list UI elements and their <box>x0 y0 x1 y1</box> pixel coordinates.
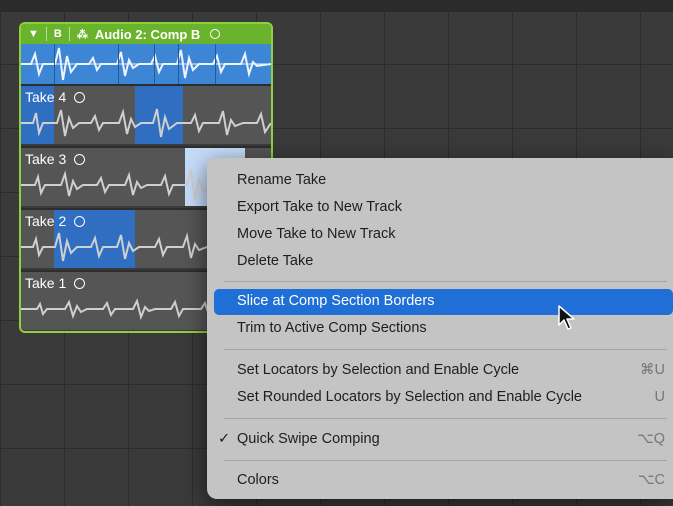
menu-separator <box>224 460 667 461</box>
comp-title: Audio 2: Comp B <box>94 26 201 42</box>
menu-item-trim-active-comp[interactable]: Trim to Active Comp Sections <box>214 316 673 342</box>
quick-swipe-icon[interactable]: ⁂ <box>74 28 91 41</box>
menu-item-shortcut: U <box>654 389 665 405</box>
mouse-pointer-icon <box>558 305 575 330</box>
menu-item-label: Rename Take <box>237 172 327 188</box>
toolbar-strip <box>0 0 673 12</box>
take-folder-b-button[interactable]: B <box>51 28 65 40</box>
menu-separator <box>224 349 667 350</box>
take-label: Take 3 <box>25 151 86 167</box>
menu-item-label: Colors <box>237 472 279 488</box>
menu-item-colors[interactable]: Colors ⌥C <box>214 468 673 494</box>
menu-item-shortcut: ⌥Q <box>637 431 665 447</box>
take-name: Take 2 <box>25 213 67 229</box>
menu-item-export-take[interactable]: Export Take to New Track <box>214 195 673 221</box>
menu-item-label: Quick Swipe Comping <box>237 431 380 447</box>
menu-item-label: Move Take to New Track <box>237 226 396 242</box>
comp-header[interactable]: ▼ B ⁂ Audio 2: Comp B <box>21 24 271 44</box>
take-circle-icon[interactable] <box>74 277 86 289</box>
take-circle-icon[interactable] <box>74 215 86 227</box>
take-lane-4[interactable]: Take 4 <box>21 84 271 144</box>
comp-waveform-svg <box>21 44 271 84</box>
divider <box>68 27 70 41</box>
menu-separator <box>224 281 667 282</box>
take-name: Take 1 <box>25 275 67 291</box>
menu-item-label: Trim to Active Comp Sections <box>237 320 427 336</box>
menu-item-rename-take[interactable]: Rename Take <box>214 168 673 194</box>
comp-circle-icon[interactable] <box>210 29 221 39</box>
divider <box>45 27 47 41</box>
menu-item-label: Export Take to New Track <box>237 199 402 215</box>
take-circle-icon[interactable] <box>74 91 86 103</box>
take-circle-icon[interactable] <box>74 153 86 165</box>
menu-item-label: Delete Take <box>237 253 314 269</box>
menu-item-delete-take[interactable]: Delete Take <box>214 249 673 275</box>
disclosure-triangle-icon[interactable]: ▼ <box>25 28 42 40</box>
menu-item-label: Set Locators by Selection and Enable Cyc… <box>237 362 520 378</box>
take-label: Take 2 <box>25 213 86 229</box>
checkmark-icon: ✓ <box>218 431 231 447</box>
take-label: Take 1 <box>25 275 86 291</box>
take-waveform <box>21 108 271 138</box>
take-name: Take 4 <box>25 89 67 105</box>
take-label: Take 4 <box>25 89 86 105</box>
menu-item-set-locators[interactable]: Set Locators by Selection and Enable Cyc… <box>214 358 673 384</box>
menu-item-label: Slice at Comp Section Borders <box>237 293 435 309</box>
menu-item-shortcut: ⌘U <box>640 362 665 378</box>
comp-waveform[interactable] <box>21 44 271 84</box>
take-name: Take 3 <box>25 151 67 167</box>
menu-item-move-take[interactable]: Move Take to New Track <box>214 222 673 248</box>
context-menu: Rename Take Export Take to New Track Mov… <box>207 158 673 499</box>
menu-item-label: Set Rounded Locators by Selection and En… <box>237 389 582 405</box>
menu-item-slice-comp-borders[interactable]: Slice at Comp Section Borders <box>214 289 673 315</box>
menu-separator <box>224 418 667 419</box>
menu-item-shortcut: ⌥C <box>637 472 665 488</box>
menu-item-quick-swipe-comping[interactable]: ✓ Quick Swipe Comping ⌥Q <box>214 427 673 453</box>
menu-item-set-rounded-locators[interactable]: Set Rounded Locators by Selection and En… <box>214 385 673 411</box>
